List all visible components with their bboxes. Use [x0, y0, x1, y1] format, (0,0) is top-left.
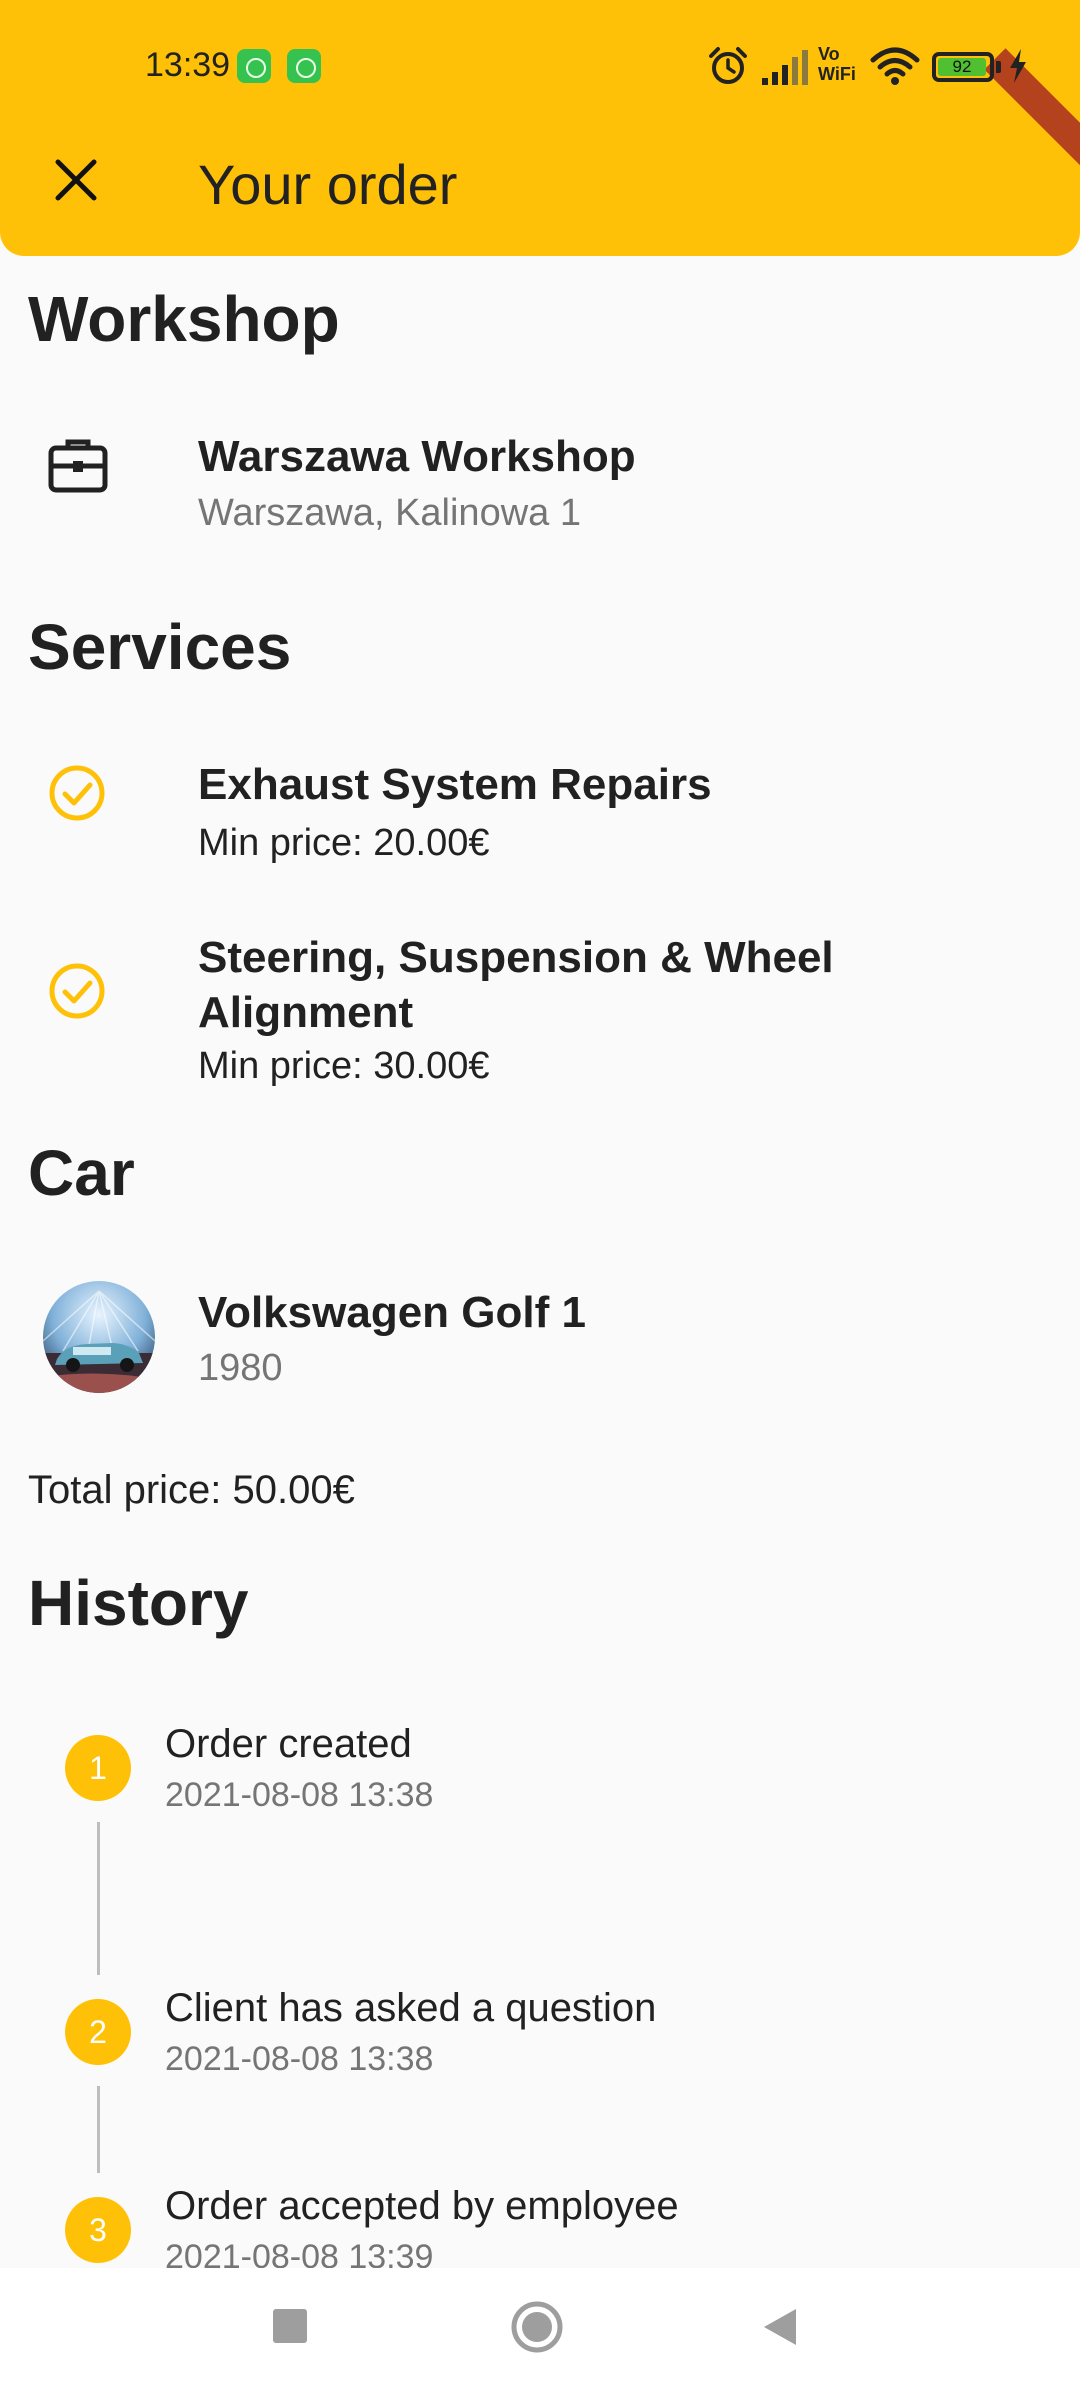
app-notification-icon — [287, 49, 321, 83]
timeline-connector — [97, 1822, 100, 1975]
app-bar: 13:39 Vo WiFi 92 Your order — [0, 0, 1080, 256]
step-time: 2021-08-08 13:38 — [165, 2040, 434, 2078]
timeline-connector — [97, 2086, 100, 2173]
car-heading: Car — [28, 1137, 135, 1209]
workshop-address: Warszawa, Kalinowa 1 — [198, 492, 581, 534]
battery-icon: 92 — [932, 52, 994, 82]
workshop-heading: Workshop — [28, 283, 340, 355]
alarm-icon — [709, 47, 747, 84]
page-title: Your order — [198, 153, 458, 216]
service-name-line2: Alignment — [198, 988, 414, 1037]
charging-icon — [1010, 49, 1026, 83]
services-heading: Services — [28, 611, 292, 683]
close-icon[interactable] — [40, 144, 112, 216]
recents-icon[interactable] — [270, 2306, 310, 2346]
vowifi-icon: Vo WiFi — [818, 44, 856, 84]
step-title: Client has asked a question — [165, 1986, 657, 2030]
workshop-name: Warszawa Workshop — [198, 432, 636, 481]
signal-icon — [762, 50, 808, 85]
status-time: 13:39 — [145, 46, 231, 84]
step-title: Order accepted by employee — [165, 2184, 679, 2228]
service-price: Min price: 30.00€ — [198, 1045, 490, 1087]
home-icon[interactable] — [510, 2300, 564, 2354]
car-avatar — [43, 1281, 155, 1393]
check-circle-icon — [49, 963, 105, 1019]
system-nav-bar — [0, 2268, 1080, 2400]
check-circle-icon — [49, 765, 105, 821]
app-notification-icon — [237, 49, 271, 83]
total-price: Total price: 50.00€ — [28, 1468, 355, 1512]
car-name: Volkswagen Golf 1 — [198, 1288, 586, 1337]
battery-level: 92 — [938, 58, 986, 76]
order-screen: 13:39 Vo WiFi 92 Your order Workshop War… — [0, 0, 1080, 2400]
battery-tip — [996, 61, 1001, 73]
car-year: 1980 — [198, 1347, 283, 1389]
step-number: 2 — [65, 1999, 131, 2065]
history-heading: History — [28, 1567, 249, 1639]
service-name-line1: Steering, Suspension & Wheel — [198, 933, 834, 982]
step-time: 2021-08-08 13:38 — [165, 1776, 434, 1814]
briefcase-icon — [48, 439, 108, 493]
service-name: Exhaust System Repairs — [198, 760, 712, 809]
step-title: Order created — [165, 1722, 412, 1766]
step-number: 1 — [65, 1735, 131, 1801]
service-price: Min price: 20.00€ — [198, 822, 490, 864]
wifi-icon — [870, 47, 920, 85]
step-number: 3 — [65, 2197, 131, 2263]
back-icon[interactable] — [760, 2306, 800, 2348]
